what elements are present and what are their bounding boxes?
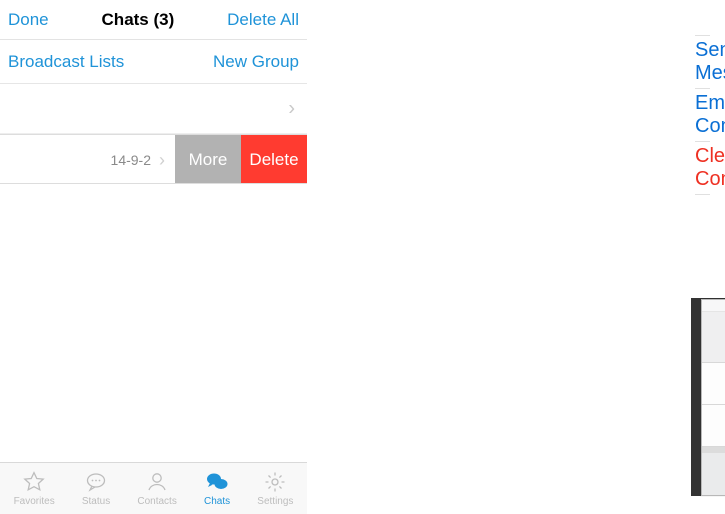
tab-label: Favorites <box>14 496 55 507</box>
tab-bar: Favorites Status Contacts Chats Settings <box>0 462 307 514</box>
attach-media-button[interactable]: Attach Media <box>702 363 725 405</box>
chevron-right-icon: › <box>159 150 165 171</box>
send-message-row[interactable]: Send Message <box>695 36 710 88</box>
cancel-button[interactable]: Cancel <box>702 453 725 495</box>
chat-row-date-cell: 14-9-2 › <box>101 135 175 184</box>
popup-truncated-header <box>702 300 725 312</box>
tab-label: Settings <box>257 496 293 507</box>
chats-icon <box>205 470 229 494</box>
tab-status[interactable]: Status <box>82 470 110 507</box>
gear-icon <box>263 470 287 494</box>
more-button[interactable]: More <box>175 135 241 184</box>
popup-hint: Attaching Media will generate a larger e… <box>702 312 725 363</box>
action-sheet: Send Message Email Conversation Clear Co… <box>695 35 710 195</box>
chats-navbar: Done Chats (3) Delete All <box>0 0 307 40</box>
chat-list[interactable]: › 14-9-2 › More Delete <box>0 84 307 462</box>
done-button[interactable]: Done <box>8 10 49 30</box>
right-area: Send Message Email Conversation Clear Co… <box>307 0 725 514</box>
new-group-link[interactable]: New Group <box>213 52 299 72</box>
tab-label: Status <box>82 496 110 507</box>
clear-conversation-row[interactable]: Clear Conversation <box>695 142 710 194</box>
tab-label: Contacts <box>137 496 176 507</box>
speech-bubble-icon <box>84 470 108 494</box>
broadcast-lists-link[interactable]: Broadcast Lists <box>8 52 124 72</box>
person-icon <box>145 470 169 494</box>
tab-contacts[interactable]: Contacts <box>137 470 176 507</box>
star-icon <box>22 470 46 494</box>
tab-settings[interactable]: Settings <box>257 470 293 507</box>
chat-row-swiped[interactable]: 14-9-2 › More Delete <box>0 134 307 184</box>
chats-title: Chats (3) <box>102 10 175 30</box>
attach-popup-frame: Attaching Media will generate a larger e… <box>691 298 725 496</box>
delete-all-button[interactable]: Delete All <box>227 10 299 30</box>
tab-chats[interactable]: Chats <box>204 470 230 507</box>
tab-favorites[interactable]: Favorites <box>14 470 55 507</box>
chat-row[interactable]: › <box>0 84 307 134</box>
chats-subbar: Broadcast Lists New Group <box>0 40 307 84</box>
attach-popup: Attaching Media will generate a larger e… <box>701 299 725 496</box>
delete-button[interactable]: Delete <box>241 135 307 184</box>
email-conversation-row[interactable]: Email Conversation <box>695 89 710 141</box>
without-media-button[interactable]: Without Media <box>702 405 725 447</box>
tab-label: Chats <box>204 496 230 507</box>
chat-row-date: 14-9-2 <box>111 152 151 168</box>
chevron-right-icon: › <box>288 97 295 120</box>
chats-pane: Done Chats (3) Delete All Broadcast List… <box>0 0 307 514</box>
